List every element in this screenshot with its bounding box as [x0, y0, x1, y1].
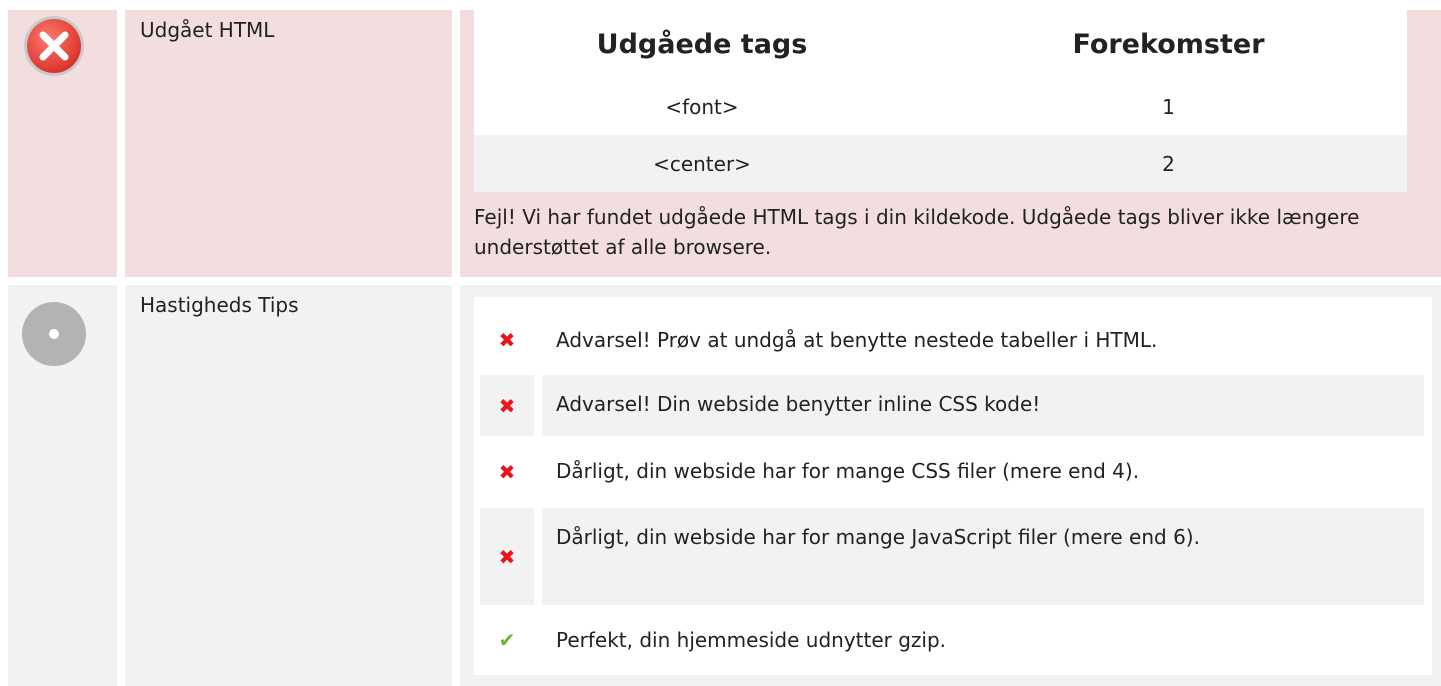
cross-icon: ✖ [480, 508, 534, 605]
list-item: ✖ Advarsel! Prøv at undgå at benytte nes… [480, 311, 1424, 369]
cross-icon: ✖ [498, 460, 516, 484]
deprecated-tags-table: Udgåede tags Forekomster <font> 1 <cente… [474, 10, 1407, 192]
content-cell: ✖ Advarsel! Prøv at undgå at benytte nes… [460, 285, 1441, 686]
tip-text: Dårligt, din webside har for mange JavaS… [542, 508, 1424, 605]
table-row: <center> 2 [474, 135, 1407, 192]
row-title: Udgået HTML [140, 18, 275, 42]
tips-list: ✖ Advarsel! Prøv at undgå at benytte nes… [474, 297, 1432, 675]
content-cell: Udgåede tags Forekomster <font> 1 <cente… [460, 10, 1441, 277]
table-header-tags: Udgåede tags [474, 10, 930, 78]
tip-text: Perfekt, din hjemmeside udnytter gzip. [556, 628, 947, 652]
list-item: ✔ Perfekt, din hjemmeside udnytter gzip. [480, 611, 1424, 669]
speed-tips-row: Hastigheds Tips ✖ Advarsel! Prøv at undg… [8, 285, 1441, 686]
label-cell: Hastigheds Tips [125, 285, 452, 686]
cross-icon: ✖ [480, 375, 534, 436]
tip-text: Advarsel! Din webside benytter inline CS… [542, 375, 1424, 436]
count-cell: 2 [930, 135, 1407, 192]
error-icon [24, 16, 84, 76]
count-cell: 1 [930, 78, 1407, 135]
tag-cell: <center> [474, 135, 930, 192]
deprecated-html-row: Udgået HTML Udgåede tags Forekomster <fo… [8, 10, 1441, 277]
tip-text: Advarsel! Prøv at undgå at benytte neste… [556, 328, 1158, 352]
list-item: ✖ Advarsel! Din webside benytter inline … [480, 375, 1424, 436]
error-message: Fejl! Vi har fundet udgåede HTML tags i … [474, 205, 1360, 259]
check-icon: ✔ [498, 628, 516, 652]
table-row: <font> 1 [474, 78, 1407, 135]
table-header-count: Forekomster [930, 10, 1407, 78]
list-item: ✖ Dårligt, din webside har for mange Jav… [480, 508, 1424, 605]
list-item: ✖ Dårligt, din webside har for mange CSS… [480, 442, 1424, 502]
label-cell: Udgået HTML [125, 10, 452, 277]
tip-text: Dårligt, din webside har for mange CSS f… [556, 459, 1140, 483]
cross-icon: ✖ [498, 328, 516, 352]
neutral-status-icon [22, 302, 86, 366]
row-title: Hastigheds Tips [140, 293, 299, 317]
tag-cell: <font> [474, 78, 930, 135]
